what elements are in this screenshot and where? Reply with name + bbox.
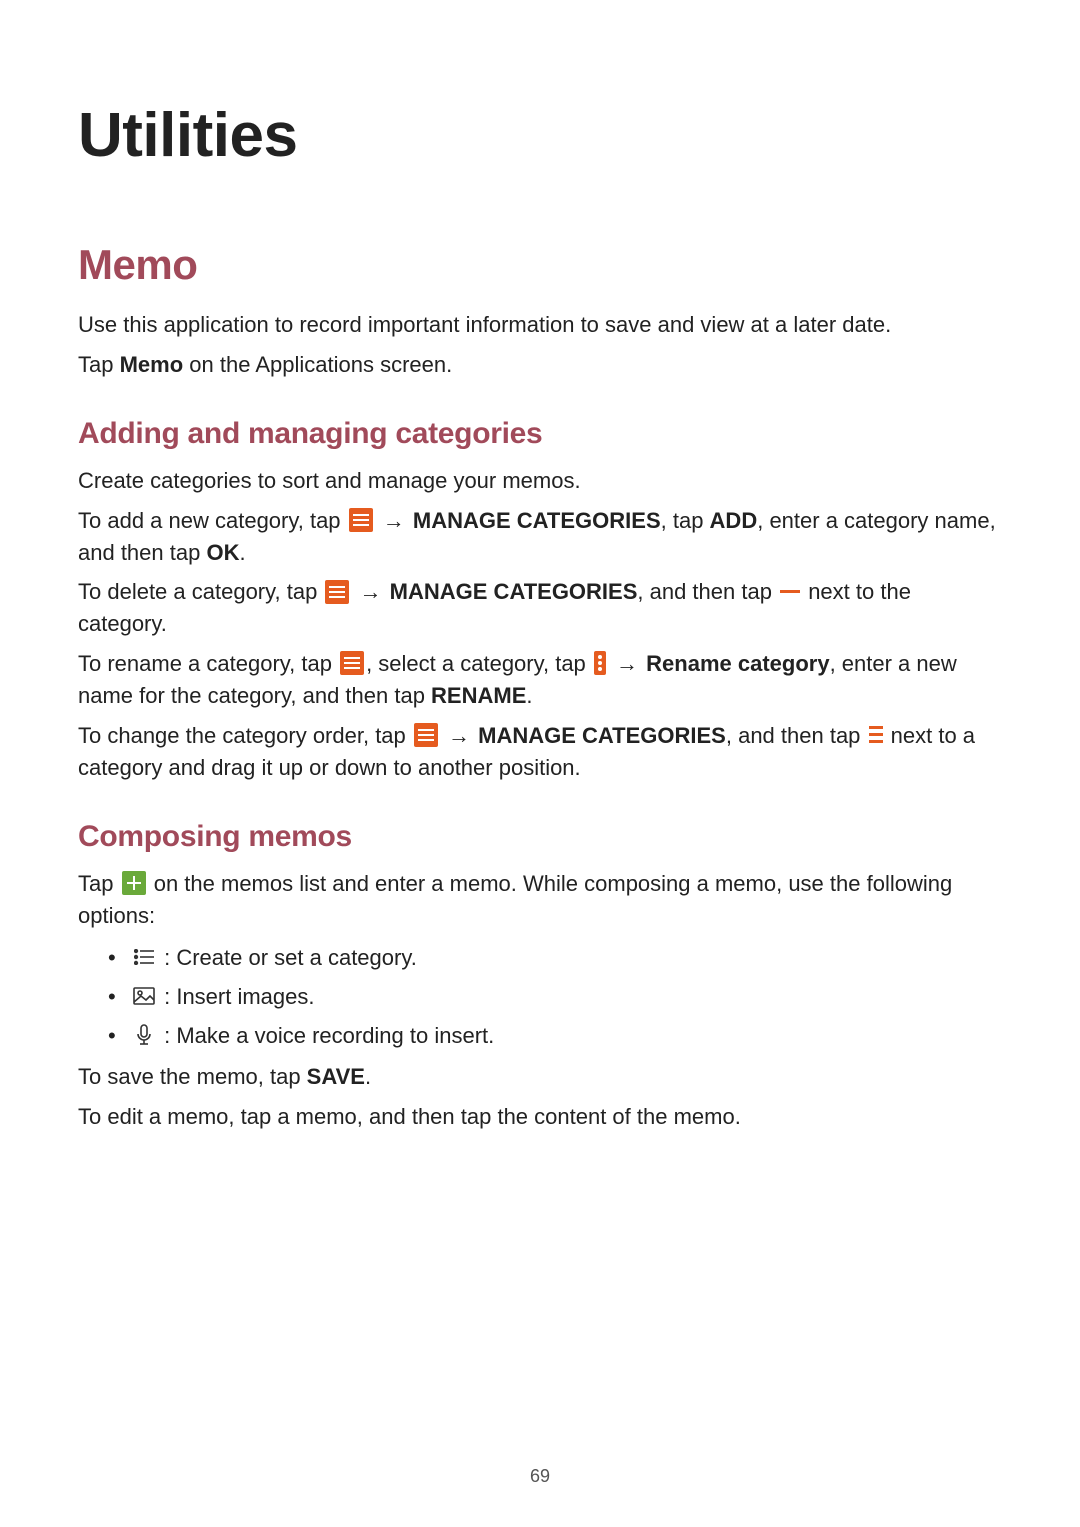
text: , and then tap [637, 579, 778, 604]
section-heading-memo: Memo [78, 241, 1002, 289]
text: , tap [661, 508, 710, 533]
memo-intro-2: Tap Memo on the Applications screen. [78, 349, 1002, 381]
text: on the Applications screen. [183, 352, 452, 377]
app-name-memo: Memo [120, 352, 184, 377]
categories-add-instruction: To add a new category, tap → MANAGE CATE… [78, 505, 1002, 569]
drag-handle-icon [869, 726, 883, 744]
label-add: ADD [710, 508, 758, 533]
composing-intro: Tap on the memos list and enter a memo. … [78, 868, 1002, 932]
image-icon [132, 984, 156, 1008]
microphone-icon [132, 1023, 156, 1047]
subsection-heading-categories: Adding and managing categories [78, 417, 1002, 451]
text: on the memos list and enter a memo. Whil… [78, 871, 952, 928]
text: : Insert images. [158, 984, 315, 1009]
menu-icon [414, 723, 438, 747]
text: , select a category, tap [366, 651, 592, 676]
subsection-heading-composing: Composing memos [78, 820, 1002, 854]
text: To change the category order, tap [78, 723, 412, 748]
categories-order-instruction: To change the category order, tap → MANA… [78, 720, 1002, 784]
categories-rename-instruction: To rename a category, tap , select a cat… [78, 648, 1002, 712]
text: Tap [78, 352, 120, 377]
category-list-icon [132, 945, 156, 969]
arrow: → [446, 723, 478, 748]
menu-icon [340, 651, 364, 675]
label-save: SAVE [307, 1064, 365, 1089]
arrow: → [614, 651, 646, 676]
text: To rename a category, tap [78, 651, 338, 676]
label-manage-categories: MANAGE CATEGORIES [390, 579, 638, 604]
menu-icon [325, 580, 349, 604]
label-rename: RENAME [431, 683, 526, 708]
arrow: → [381, 508, 413, 533]
chapter-title: Utilities [78, 100, 1002, 171]
text: : Create or set a category. [158, 945, 417, 970]
text: To add a new category, tap [78, 508, 347, 533]
text: , and then tap [726, 723, 867, 748]
document-page: Utilities Memo Use this application to r… [0, 0, 1080, 1527]
list-item: : Create or set a category. [108, 940, 1002, 975]
composing-edit-instruction: To edit a memo, tap a memo, and then tap… [78, 1101, 1002, 1133]
text: : Make a voice recording to insert. [158, 1023, 494, 1048]
text: To delete a category, tap [78, 579, 323, 604]
text: . [526, 683, 532, 708]
categories-delete-instruction: To delete a category, tap → MANAGE CATEG… [78, 576, 1002, 640]
list-item: : Insert images. [108, 979, 1002, 1014]
label-manage-categories: MANAGE CATEGORIES [478, 723, 726, 748]
list-item: : Make a voice recording to insert. [108, 1018, 1002, 1053]
minus-icon [780, 590, 800, 593]
label-manage-categories: MANAGE CATEGORIES [413, 508, 661, 533]
page-number: 69 [0, 1466, 1080, 1487]
text: Tap [78, 871, 120, 896]
plus-icon [122, 871, 146, 895]
label-ok: OK [206, 540, 239, 565]
text: . [239, 540, 245, 565]
composing-save-instruction: To save the memo, tap SAVE. [78, 1061, 1002, 1093]
menu-icon [349, 508, 373, 532]
text: . [365, 1064, 371, 1089]
categories-intro: Create categories to sort and manage you… [78, 465, 1002, 497]
composing-options-list: : Create or set a category. : Insert ima… [78, 940, 1002, 1054]
label-rename-category: Rename category [646, 651, 829, 676]
more-options-icon [594, 651, 606, 675]
text: To save the memo, tap [78, 1064, 307, 1089]
memo-intro-1: Use this application to record important… [78, 309, 1002, 341]
arrow: → [358, 579, 390, 604]
